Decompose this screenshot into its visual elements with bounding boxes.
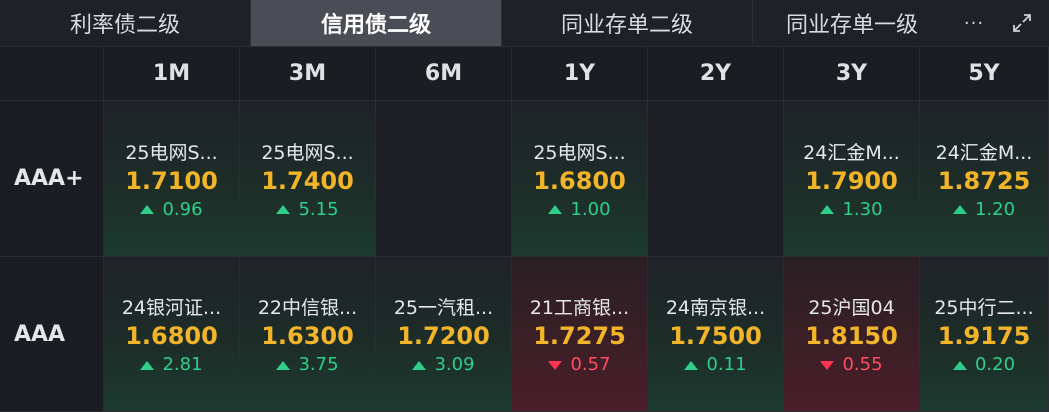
up-triangle-icon — [952, 360, 967, 370]
row-label-aaa-plus: AAA+ — [0, 101, 104, 257]
bond-yield: 1.9175 — [937, 322, 1031, 350]
bond-yield: 1.7100 — [125, 166, 218, 195]
bond-name: 24汇金M... — [935, 141, 1033, 164]
quote-cell[interactable]: 24南京银... 1.7500 0.11 — [648, 257, 784, 412]
tab-rate-bond-secondary[interactable]: 利率债二级 — [0, 0, 251, 46]
tab-credit-bond-secondary[interactable]: 信用债二级 — [251, 0, 502, 46]
down-triangle-icon — [548, 360, 563, 370]
bond-name: 24南京银... — [665, 297, 766, 319]
column-header-6m: 6M — [376, 47, 512, 101]
bond-name: 24汇金M... — [803, 141, 900, 164]
yield-change: 0.11 — [684, 352, 747, 378]
bond-name: 25电网S... — [261, 141, 354, 164]
quote-cell[interactable]: 25沪国04 1.8150 0.55 — [784, 257, 920, 412]
quote-cell[interactable]: 25电网S... 1.7100 0.96 — [104, 101, 240, 257]
bond-name: 24银河证... — [121, 297, 222, 319]
bond-yield: 1.7275 — [533, 322, 626, 350]
bond-yield: 1.7400 — [261, 166, 354, 195]
quote-cell[interactable]: 24银河证... 1.6800 2.81 — [104, 257, 240, 412]
bond-name: 25沪国04 — [808, 297, 895, 319]
yield-change: 0.20 — [952, 352, 1015, 378]
up-triangle-icon — [548, 205, 563, 214]
quote-cell[interactable]: 25电网S... 1.6800 1.00 — [512, 101, 648, 257]
yield-change: 1.20 — [952, 197, 1015, 223]
yield-change: 5.15 — [276, 197, 339, 223]
expand-arrows-icon — [1013, 14, 1031, 32]
quote-cell[interactable]: 24汇金M... 1.7900 1.30 — [784, 101, 920, 257]
bond-yield: 1.6300 — [261, 322, 354, 350]
bond-yield: 1.8150 — [805, 322, 898, 350]
bond-yield: 1.6800 — [533, 166, 626, 195]
bond-yield: 1.6800 — [125, 322, 218, 350]
quote-cell[interactable]: 22中信银... 1.6300 3.75 — [240, 257, 376, 412]
yield-change: 0.96 — [140, 197, 203, 223]
up-triangle-icon — [412, 360, 427, 370]
quote-cell[interactable]: 25一汽租... 1.7200 3.09 — [376, 257, 512, 412]
up-triangle-icon — [140, 205, 155, 214]
up-triangle-icon — [140, 360, 155, 370]
bond-name: 22中信银... — [257, 297, 358, 319]
bond-name: 25电网S... — [533, 141, 626, 164]
bond-name: 25中行二... — [934, 297, 1034, 319]
empty-quote-cell — [648, 101, 784, 257]
up-triangle-icon — [684, 360, 699, 370]
quote-cell[interactable]: 24汇金M... 1.8725 1.20 — [920, 101, 1049, 257]
more-dots-icon[interactable]: ··· — [951, 0, 997, 46]
yield-change: 0.57 — [548, 352, 611, 378]
up-triangle-icon — [820, 205, 835, 214]
yield-change: 1.00 — [548, 197, 611, 223]
column-header-1m: 1M — [104, 47, 240, 101]
up-triangle-icon — [276, 205, 291, 214]
tab-ncd-primary[interactable]: 同业存单一级 — [753, 0, 951, 46]
yield-change: 2.81 — [140, 352, 203, 378]
bond-yield: 1.8725 — [937, 166, 1031, 195]
bond-yield: 1.7200 — [397, 322, 490, 350]
tab-ncd-secondary[interactable]: 同业存单二级 — [502, 0, 753, 46]
yield-matrix: 1M 3M 6M 1Y 2Y 3Y 5Y AAA+ 25电网S... 1.710… — [0, 47, 1049, 412]
yield-change: 3.75 — [276, 352, 339, 378]
up-triangle-icon — [276, 360, 291, 370]
column-header-5y: 5Y — [920, 47, 1049, 101]
empty-quote-cell — [376, 101, 512, 257]
yield-change: 0.55 — [820, 352, 883, 378]
column-header-1y: 1Y — [512, 47, 648, 101]
bond-yield: 1.7500 — [669, 322, 762, 350]
down-triangle-icon — [820, 360, 835, 370]
column-header-3y: 3Y — [784, 47, 920, 101]
bond-name: 25电网S... — [125, 141, 218, 164]
quote-cell[interactable]: 25中行二... 1.9175 0.20 — [920, 257, 1049, 412]
column-header-3m: 3M — [240, 47, 376, 101]
bond-name: 21工商银... — [529, 297, 630, 319]
up-triangle-icon — [952, 205, 967, 214]
quote-cell[interactable]: 25电网S... 1.7400 5.15 — [240, 101, 376, 257]
expand-icon[interactable] — [997, 0, 1047, 46]
yield-change: 1.30 — [820, 197, 883, 223]
tab-bar: 利率债二级 信用债二级 同业存单二级 同业存单一级 ··· — [0, 0, 1049, 47]
row-label-aaa: AAA — [0, 257, 104, 412]
corner-cell — [0, 47, 104, 101]
yield-change: 3.09 — [412, 352, 475, 378]
quote-cell[interactable]: 21工商银... 1.7275 0.57 — [512, 257, 648, 412]
bond-yield: 1.7900 — [805, 166, 898, 195]
column-header-2y: 2Y — [648, 47, 784, 101]
bond-name: 25一汽租... — [393, 297, 494, 319]
